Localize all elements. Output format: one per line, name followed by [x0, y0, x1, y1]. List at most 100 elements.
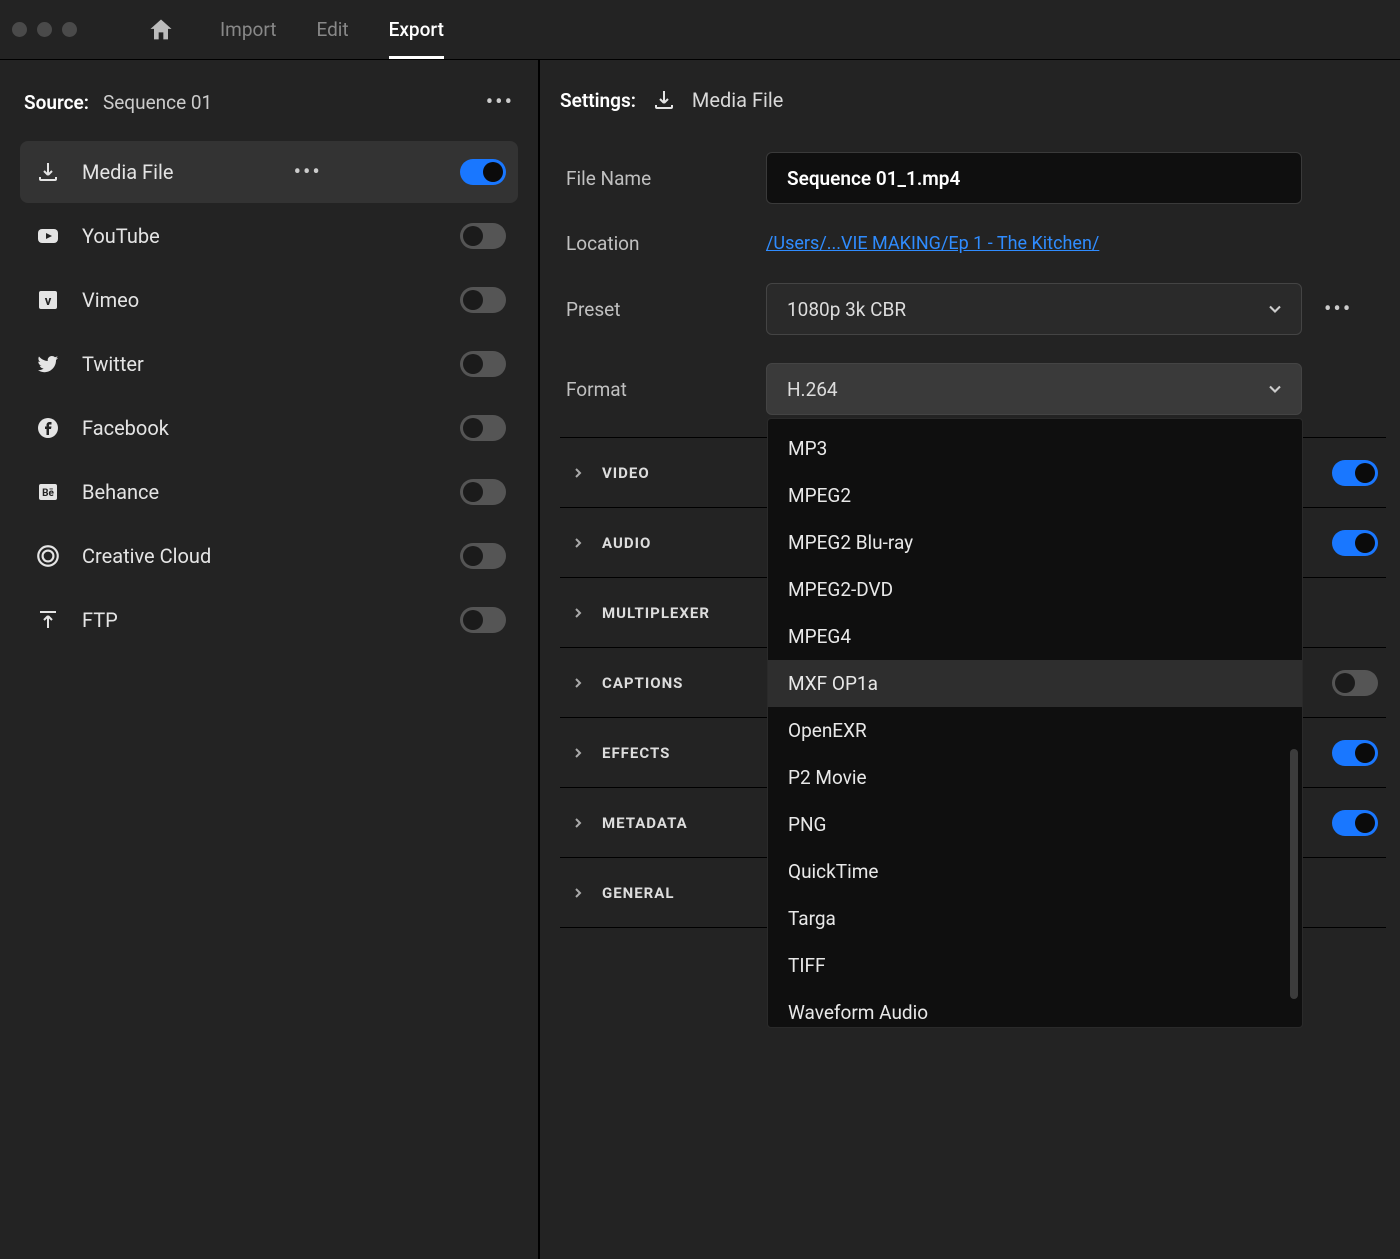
close-window-icon[interactable]	[12, 22, 27, 37]
destination-toggle[interactable]	[460, 607, 506, 633]
preset-value: 1080p 3k CBR	[787, 298, 906, 321]
title-bar: Import Edit Export	[0, 0, 1400, 60]
settings-target: Media File	[692, 88, 783, 112]
destination-toggle[interactable]	[460, 415, 506, 441]
destination-label: Media File	[82, 160, 173, 184]
home-icon[interactable]	[147, 16, 175, 44]
window-controls	[12, 22, 77, 37]
location-label: Location	[566, 232, 766, 255]
svg-text:v: v	[45, 294, 52, 309]
chevron-down-icon	[1265, 379, 1285, 399]
facebook-icon	[34, 416, 62, 440]
chevron-right-icon	[570, 535, 586, 551]
preset-more-icon[interactable]: •••	[1324, 297, 1352, 322]
destination-twitter[interactable]: Twitter•••	[20, 333, 518, 395]
destination-behance[interactable]: BēBehance•••	[20, 461, 518, 523]
format-dropdown[interactable]: MP3MPEG2MPEG2 Blu-rayMPEG2-DVDMPEG4MXF O…	[767, 418, 1303, 1028]
destination-youtube[interactable]: YouTube•••	[20, 205, 518, 267]
section-toggle[interactable]	[1332, 740, 1378, 766]
destination-toggle[interactable]	[460, 351, 506, 377]
location-row: Location /Users/...VIE MAKING/Ep 1 - The…	[566, 218, 1380, 269]
format-option[interactable]: MP3	[768, 425, 1302, 472]
tab-import[interactable]: Import	[220, 0, 276, 59]
cc-icon	[34, 543, 62, 569]
section-label: CAPTIONS	[602, 674, 683, 692]
download-icon	[34, 160, 62, 184]
destination-label: Creative Cloud	[82, 544, 211, 568]
chevron-right-icon	[570, 885, 586, 901]
settings-header: Settings: Media File	[560, 80, 1386, 138]
upload-icon	[34, 608, 62, 632]
destination-vimeo[interactable]: vVimeo•••	[20, 269, 518, 331]
destination-toggle[interactable]	[460, 223, 506, 249]
format-option[interactable]: P2 Movie	[768, 754, 1302, 801]
format-option[interactable]: Targa	[768, 895, 1302, 942]
format-option[interactable]: QuickTime	[768, 848, 1302, 895]
destination-list: Media File •••YouTube••• v Vimeo ••• Twitter•…	[0, 137, 538, 657]
destination-toggle[interactable]	[460, 479, 506, 505]
format-option[interactable]: MPEG2	[768, 472, 1302, 519]
section-toggle[interactable]	[1332, 530, 1378, 556]
preset-row: Preset 1080p 3k CBR •••	[566, 269, 1380, 349]
download-icon	[652, 88, 676, 112]
chevron-right-icon	[570, 465, 586, 481]
destinations-panel: Source: Sequence 01 ••• Media File ••• You…	[0, 60, 540, 1259]
destination-ftp[interactable]: FTP•••	[20, 589, 518, 651]
destination-more-icon[interactable]: •••	[294, 160, 322, 185]
section-toggle[interactable]	[1332, 810, 1378, 836]
youtube-icon	[34, 224, 62, 248]
chevron-right-icon	[570, 675, 586, 691]
format-option[interactable]: Waveform Audio	[768, 989, 1302, 1028]
scrollbar-thumb[interactable]	[1290, 749, 1298, 999]
source-more-icon[interactable]: •••	[486, 90, 514, 115]
destination-creative-cloud[interactable]: Creative Cloud•••	[20, 525, 518, 587]
format-row: Format H.264 MP3MPEG2MPEG2 Blu-rayMPEG2-…	[566, 349, 1380, 437]
format-option[interactable]: TIFF	[768, 942, 1302, 989]
preset-select[interactable]: 1080p 3k CBR	[766, 283, 1302, 335]
section-label: MULTIPLEXER	[602, 604, 710, 622]
mode-tabs: Import Edit Export	[220, 0, 444, 59]
destination-label: FTP	[82, 608, 118, 632]
section-toggle[interactable]	[1332, 670, 1378, 696]
source-row: Source: Sequence 01 •••	[0, 80, 538, 137]
location-link[interactable]: /Users/...VIE MAKING/Ep 1 - The Kitchen/	[766, 233, 1099, 254]
filename-input[interactable]: Sequence 01_1.mp4	[766, 152, 1302, 204]
format-value: H.264	[787, 378, 838, 401]
settings-label: Settings:	[560, 89, 636, 112]
filename-label: File Name	[566, 167, 766, 190]
format-option[interactable]: MPEG2-DVD	[768, 566, 1302, 613]
format-label: Format	[566, 378, 766, 401]
settings-panel: Settings: Media File File Name Sequence …	[540, 60, 1400, 1259]
destination-toggle[interactable]	[460, 543, 506, 569]
svg-text:Bē: Bē	[42, 488, 54, 499]
chevron-right-icon	[570, 605, 586, 621]
source-name[interactable]: Sequence 01	[103, 91, 212, 114]
destination-toggle[interactable]	[460, 287, 506, 313]
chevron-right-icon	[570, 815, 586, 831]
format-option[interactable]: MXF OP1a	[768, 660, 1302, 707]
vimeo-icon: v	[34, 288, 62, 312]
destination-toggle[interactable]	[460, 159, 506, 185]
format-select[interactable]: H.264 MP3MPEG2MPEG2 Blu-rayMPEG2-DVDMPEG…	[766, 363, 1302, 415]
tab-export[interactable]: Export	[389, 0, 444, 59]
filename-row: File Name Sequence 01_1.mp4	[566, 138, 1380, 218]
destination-label: Vimeo	[82, 288, 139, 312]
section-label: VIDEO	[602, 464, 650, 482]
destination-label: Facebook	[82, 416, 169, 440]
destination-media-file[interactable]: Media File •••	[20, 141, 518, 203]
destination-label: Behance	[82, 480, 159, 504]
minimize-window-icon[interactable]	[37, 22, 52, 37]
section-toggle[interactable]	[1332, 460, 1378, 486]
preset-label: Preset	[566, 298, 766, 321]
twitter-icon	[34, 352, 62, 376]
tab-edit[interactable]: Edit	[316, 0, 348, 59]
format-option[interactable]: PNG	[768, 801, 1302, 848]
destination-facebook[interactable]: Facebook•••	[20, 397, 518, 459]
format-option[interactable]: OpenEXR	[768, 707, 1302, 754]
source-label: Source:	[24, 91, 89, 114]
format-option[interactable]: MPEG2 Blu-ray	[768, 519, 1302, 566]
format-option[interactable]: MPEG4	[768, 613, 1302, 660]
maximize-window-icon[interactable]	[62, 22, 77, 37]
behance-icon: Bē	[34, 480, 62, 504]
destination-label: Twitter	[82, 352, 144, 376]
